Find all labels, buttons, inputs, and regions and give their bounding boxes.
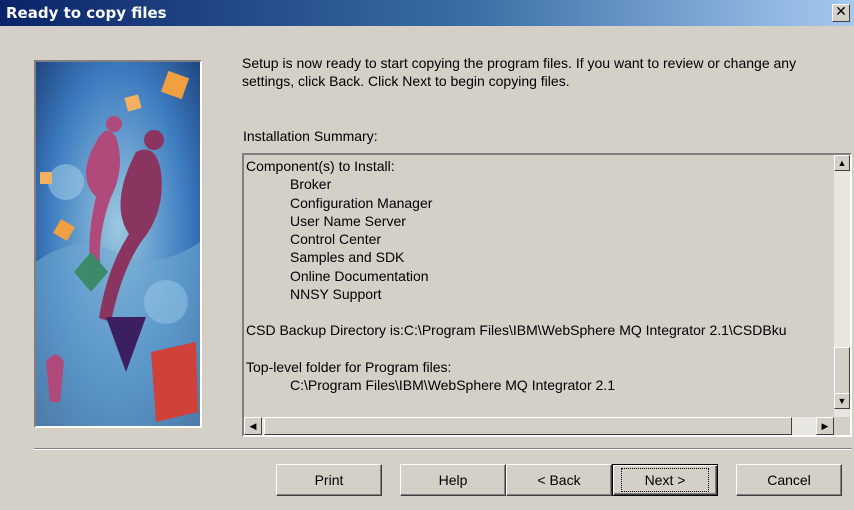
component-item: User Name Server [290, 212, 406, 229]
back-button-label: < Back [537, 472, 581, 488]
component-item: Samples and SDK [290, 249, 405, 266]
next-button[interactable]: Next > [612, 464, 718, 496]
component-item: Control Center [290, 231, 382, 248]
horizontal-scrollbar[interactable]: ◀ ▶ [244, 417, 834, 435]
component-item: Online Documentation [290, 267, 429, 284]
help-button[interactable]: Help [400, 464, 506, 496]
horizontal-scroll-thumb[interactable] [264, 417, 792, 435]
component-item: NNSY Support [290, 286, 382, 303]
vertical-scroll-thumb[interactable] [834, 347, 850, 395]
installation-summary-label: Installation Summary: [243, 128, 378, 144]
scroll-down-icon[interactable]: ▼ [834, 393, 850, 409]
component-item: Broker [290, 176, 332, 193]
artwork-illustration [36, 62, 200, 426]
close-icon[interactable]: ✕ [832, 4, 850, 22]
next-button-label: Next > [620, 468, 710, 492]
installation-summary-box[interactable]: Component(s) to Install: Broker Configur… [242, 153, 852, 437]
setup-artwork-image [34, 60, 202, 428]
vertical-scrollbar[interactable]: ▲ ▼ [834, 155, 850, 417]
back-button[interactable]: < Back [506, 464, 612, 496]
window-title: Ready to copy files [6, 4, 167, 22]
top-level-folder-label: Top-level folder for Program files: [246, 358, 452, 375]
scrollbar-corner [834, 417, 850, 435]
components-header: Component(s) to Install: [246, 158, 395, 174]
cancel-button-label: Cancel [767, 472, 811, 488]
top-level-folder-path: C:\Program Files\IBM\WebSphere MQ Integr… [290, 376, 615, 393]
scroll-left-icon[interactable]: ◀ [244, 417, 262, 435]
button-separator [34, 448, 852, 450]
help-button-label: Help [438, 472, 468, 488]
summary-content: Component(s) to Install: Broker Configur… [246, 157, 836, 415]
scroll-right-icon[interactable]: ▶ [816, 417, 834, 435]
csd-backup-directory: CSD Backup Directory is:C:\Program Files… [246, 322, 787, 339]
scroll-up-icon[interactable]: ▲ [834, 155, 850, 171]
cancel-button[interactable]: Cancel [736, 464, 842, 496]
intro-text: Setup is now ready to start copying the … [242, 55, 797, 89]
title-bar: Ready to copy files ✕ [0, 0, 854, 26]
component-item: Configuration Manager [290, 194, 433, 211]
print-button-label: Print [314, 472, 344, 488]
print-button[interactable]: Print [276, 464, 382, 496]
